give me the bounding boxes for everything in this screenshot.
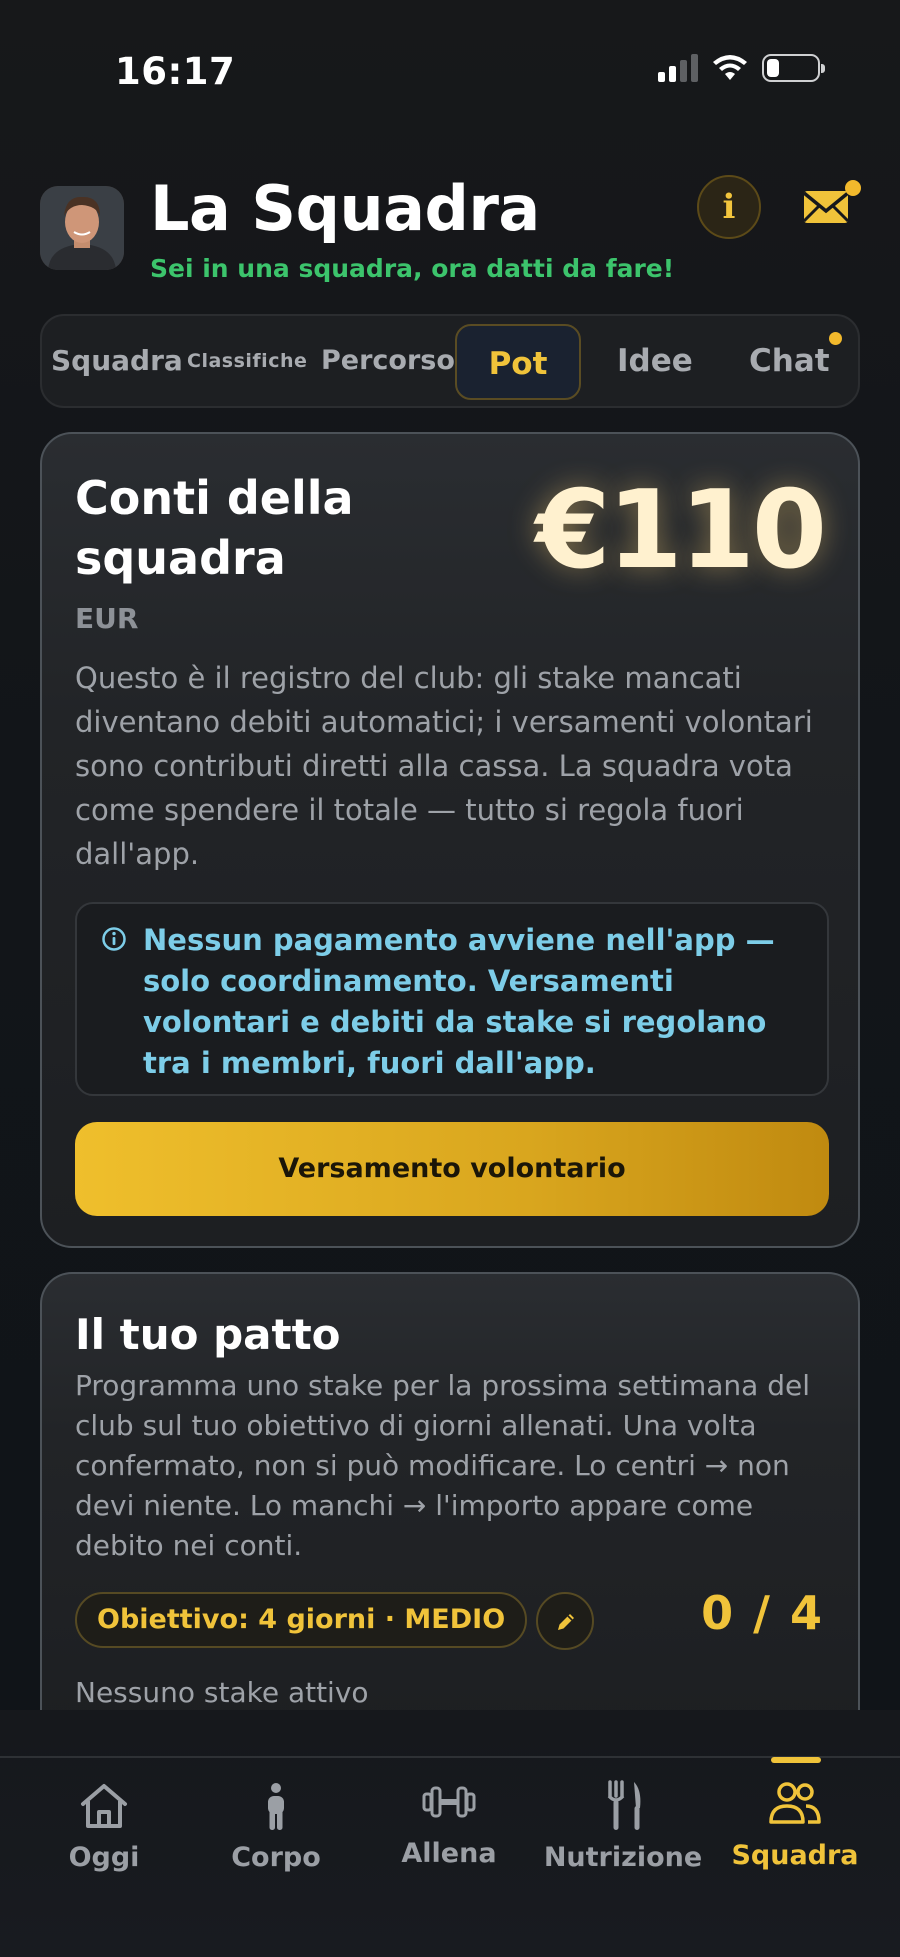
pencil-icon xyxy=(558,1614,574,1630)
wifi-icon xyxy=(713,55,747,80)
nav-label-nutrizione: Nutrizione xyxy=(543,1842,703,1873)
pot-card: Conti della squadra €110 EUR Questo è il… xyxy=(40,432,860,1248)
nav-label-allena: Allena xyxy=(401,1838,497,1869)
nav-active-indicator xyxy=(771,1757,821,1763)
avatar-portrait-icon xyxy=(40,186,124,270)
notice-text: Nessun pagamento avviene nell'app — solo… xyxy=(143,923,775,1080)
bottom-navigation: Oggi Corpo Allena Nutrizione Squadra xyxy=(0,1710,900,1957)
tab-pot[interactable]: Pot xyxy=(455,324,581,400)
info-icon: i xyxy=(722,187,736,227)
nav-item-allena[interactable]: Allena xyxy=(369,1776,529,1869)
nav-item-oggi[interactable]: Oggi xyxy=(24,1780,184,1873)
home-icon xyxy=(81,1784,127,1828)
tab-classifiche[interactable]: Classifiche xyxy=(187,316,307,406)
chat-notification-badge xyxy=(829,332,842,345)
nav-item-squadra[interactable]: Squadra xyxy=(715,1778,875,1871)
nav-label-oggi: Oggi xyxy=(68,1842,140,1873)
pot-amount: €110 xyxy=(535,468,827,593)
voluntary-deposit-button[interactable]: Versamento volontario xyxy=(75,1122,829,1216)
fork-knife-icon xyxy=(607,1780,641,1830)
status-icons xyxy=(658,54,825,82)
nav-label-corpo: Corpo xyxy=(231,1842,321,1873)
payment-notice: Nessun pagamento avviene nell'app — solo… xyxy=(75,902,829,1096)
tab-percorso[interactable]: Percorso xyxy=(321,316,455,406)
dumbbell-icon xyxy=(422,1786,476,1818)
battery-icon xyxy=(762,54,825,82)
pot-title: Conti della squadra xyxy=(75,471,354,585)
pot-description: Questo è il registro del club: gli stake… xyxy=(75,661,813,871)
info-circle-icon xyxy=(102,927,126,951)
person-icon xyxy=(268,1783,284,1830)
avatar[interactable] xyxy=(40,186,124,270)
pot-currency: EUR xyxy=(75,602,139,635)
team-icon xyxy=(769,1782,821,1824)
edit-goal-button[interactable] xyxy=(536,1592,594,1650)
pact-card: Il tuo patto Programma uno stake per la … xyxy=(40,1272,860,1732)
page-subtitle: Sei in una squadra, ora datti da fare! xyxy=(150,254,675,283)
progress-count: 0 / 4 xyxy=(701,1586,824,1640)
status-time: 16:17 xyxy=(115,50,236,93)
cellular-signal-icon xyxy=(658,54,698,82)
nav-divider xyxy=(0,1756,900,1758)
tab-squadra[interactable]: Squadra xyxy=(51,316,183,406)
stake-status: Nessuno stake attivo xyxy=(75,1676,369,1709)
nav-label-squadra: Squadra xyxy=(731,1840,859,1871)
tab-bar: Squadra Classifiche Percorso Pot Idee Ch… xyxy=(40,314,860,408)
nav-item-nutrizione[interactable]: Nutrizione xyxy=(543,1780,703,1873)
screen: 16:17 La Squadra Sei in una squadra, ora… xyxy=(0,0,900,1957)
pact-description: Programma uno stake per la prossima sett… xyxy=(75,1369,810,1562)
goal-pill[interactable]: Obiettivo: 4 giorni · MEDIO xyxy=(75,1592,528,1648)
info-button[interactable]: i xyxy=(697,175,761,239)
nav-item-corpo[interactable]: Corpo xyxy=(196,1780,356,1873)
pact-title: Il tuo patto xyxy=(75,1310,341,1359)
tab-idee[interactable]: Idee xyxy=(617,316,693,406)
page-title: La Squadra xyxy=(150,172,540,245)
tab-chat[interactable]: Chat xyxy=(749,316,830,406)
mail-notification-badge xyxy=(845,180,861,196)
